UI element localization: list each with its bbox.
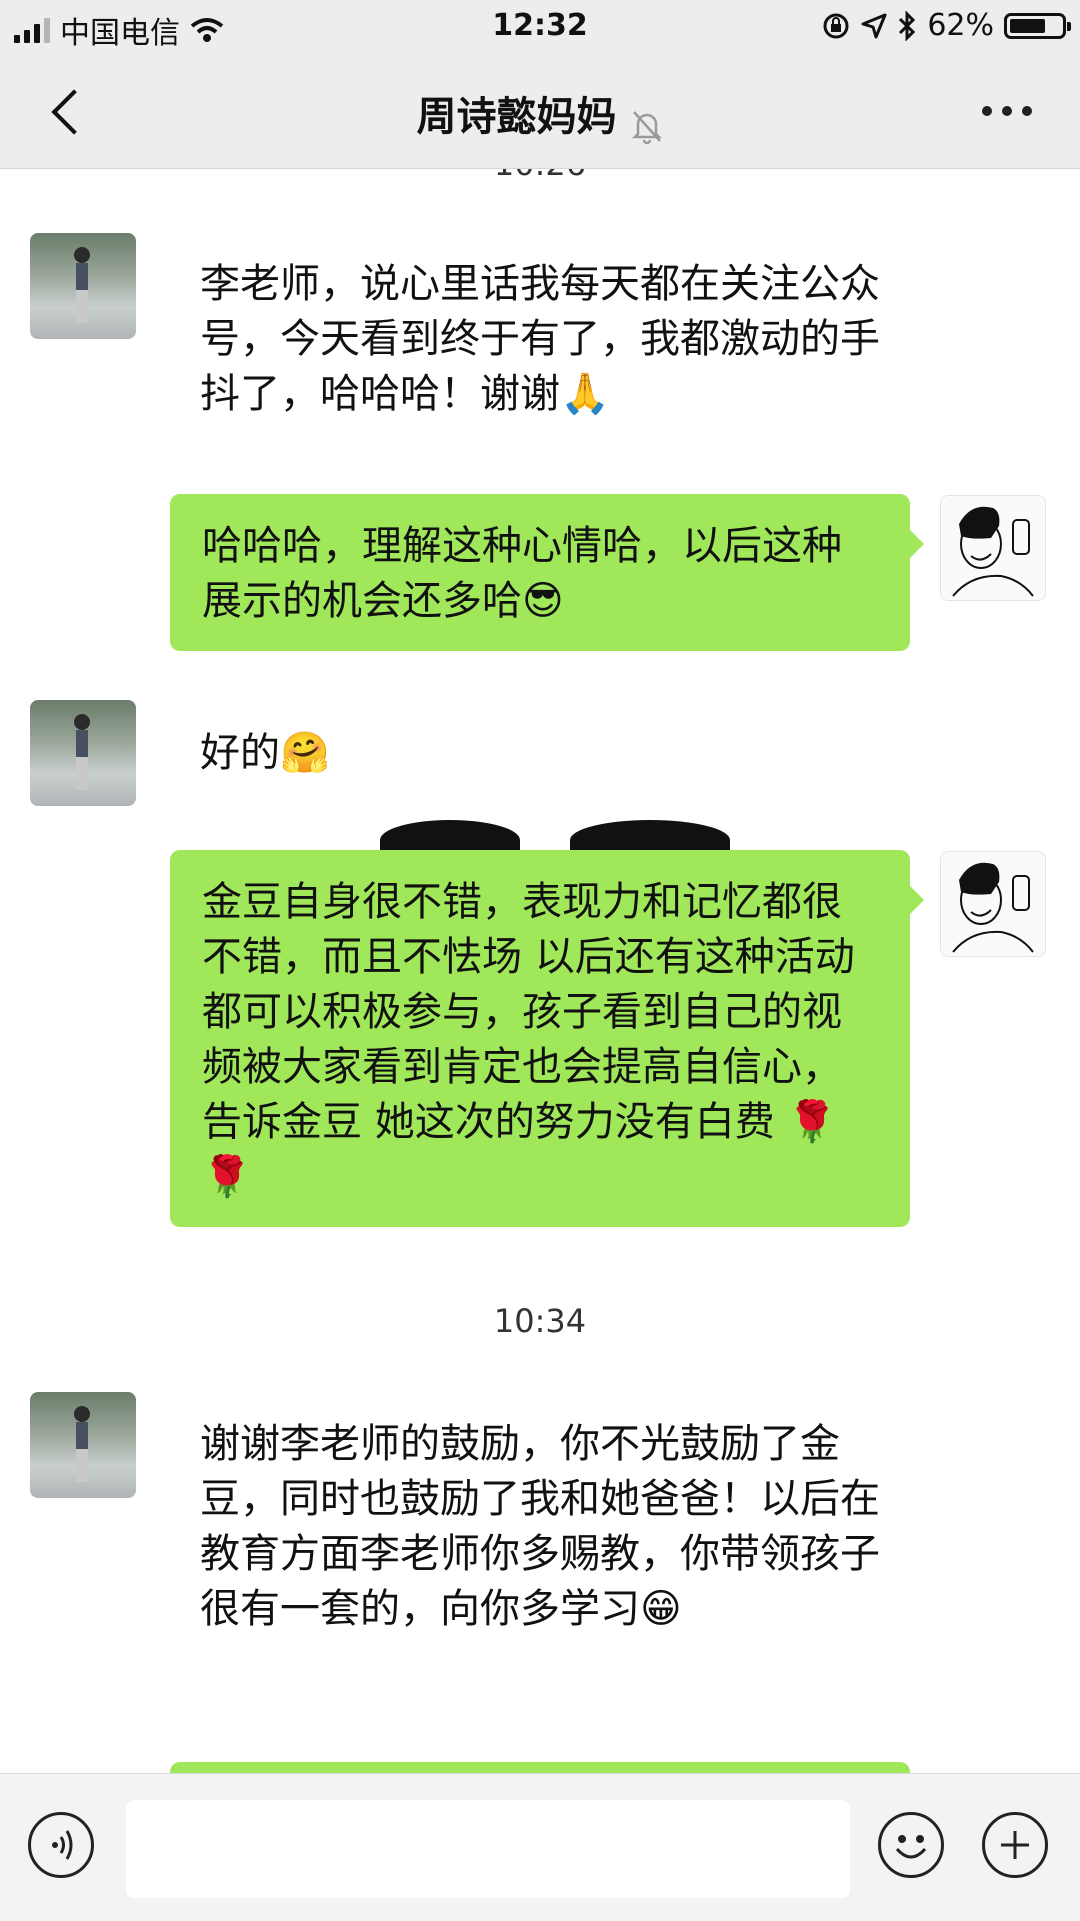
input-bar bbox=[0, 1773, 1080, 1921]
orientation-lock-icon bbox=[823, 13, 849, 38]
contact-avatar[interactable] bbox=[30, 1392, 136, 1498]
chat-area[interactable]: 10:26 李老师，说心里话我每天都在关注公众号，今天看到终于有了，我都激动的手… bbox=[0, 169, 1080, 1773]
more-icon[interactable] bbox=[982, 106, 1032, 116]
chat-title: 周诗懿妈妈 bbox=[416, 94, 617, 140]
timestamp: 10:26 bbox=[0, 169, 1080, 183]
battery-percent: 62% bbox=[927, 8, 994, 43]
mute-bell-icon bbox=[631, 110, 662, 144]
message-right-partial[interactable] bbox=[170, 1762, 910, 1773]
contact-avatar[interactable] bbox=[30, 700, 136, 806]
message-left[interactable]: 好的🤗 bbox=[200, 726, 900, 781]
bluetooth-icon bbox=[899, 10, 916, 41]
timestamp: 10:34 bbox=[493, 1302, 587, 1340]
emoji-icon[interactable] bbox=[878, 1812, 944, 1878]
battery-icon bbox=[1004, 12, 1071, 39]
self-avatar[interactable] bbox=[940, 495, 1046, 601]
status-bar: 中国电信 12:32 62% bbox=[0, 0, 1080, 56]
status-right: 62% bbox=[821, 8, 1071, 43]
message-left[interactable]: 谢谢李老师的鼓励，你不光鼓励了金豆，同时也鼓励了我和她爸爸！以后在教育方面李老师… bbox=[200, 1417, 900, 1637]
self-avatar[interactable] bbox=[940, 851, 1046, 957]
message-right[interactable]: 金豆自身很不错，表现力和记忆都很不错，而且不怯场 以后还有这种活动都可以积极参与… bbox=[170, 850, 924, 1227]
nav-bar: 周诗懿妈妈 bbox=[0, 56, 1080, 169]
message-right[interactable]: 哈哈哈，理解这种心情哈，以后这种展示的机会还多哈😎 bbox=[170, 494, 924, 651]
message-left[interactable]: 李老师，说心里话我每天都在关注公众号，今天看到终于有了，我都激动的手抖了，哈哈哈… bbox=[200, 257, 900, 422]
message-input[interactable] bbox=[126, 1800, 850, 1898]
voice-icon[interactable] bbox=[28, 1812, 94, 1878]
location-icon bbox=[861, 13, 887, 38]
contact-avatar[interactable] bbox=[30, 233, 136, 339]
nav-title-wrap: 周诗懿妈妈 bbox=[0, 84, 1080, 144]
plus-icon[interactable] bbox=[982, 1812, 1048, 1878]
